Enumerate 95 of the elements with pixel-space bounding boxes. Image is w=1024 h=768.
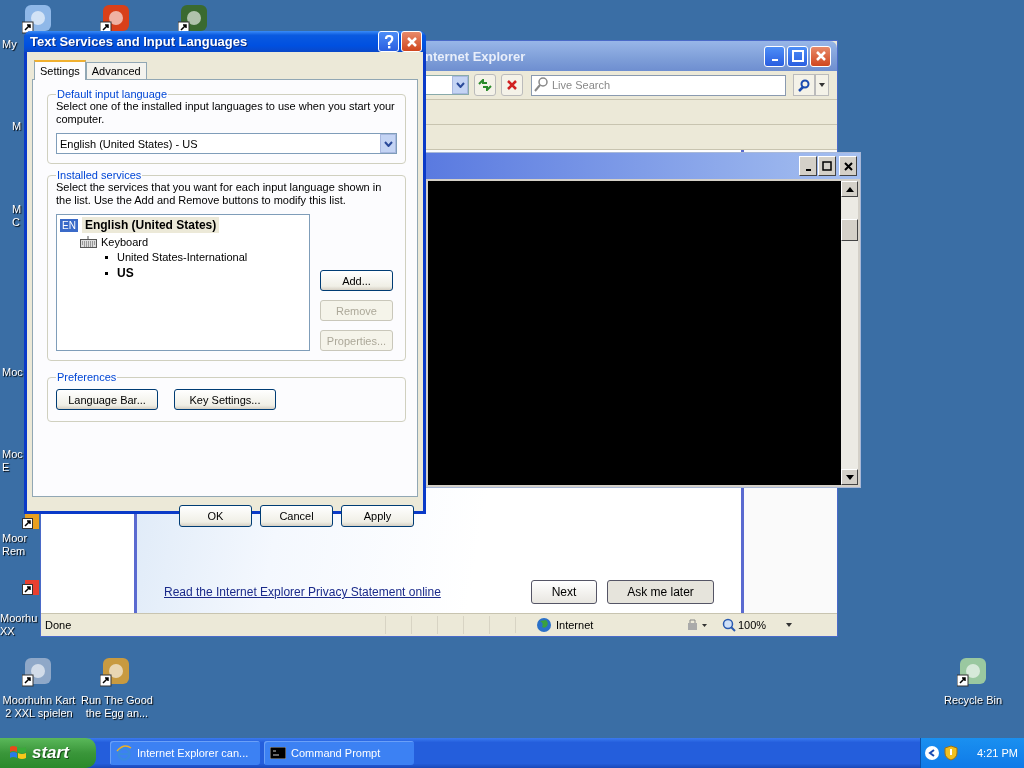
- browser-e-icon: [116, 745, 132, 761]
- desktop-icon-label[interactable]: Moc E: [2, 448, 23, 474]
- desktop-icon-label[interactable]: Moor Rem: [2, 532, 28, 558]
- preference-button[interactable]: Language Bar...: [56, 389, 158, 410]
- window-title: nternet Explorer: [425, 48, 526, 64]
- maximize-icon: [791, 50, 804, 62]
- desktop-icon-label[interactable]: Recycle Bin: [934, 694, 1012, 707]
- language-dropdown[interactable]: English (United States) - US: [56, 133, 397, 154]
- search-icon: [534, 76, 548, 93]
- description-text: Select one of the installed input languages to use when you start your computer.: [56, 100, 396, 126]
- page-button[interactable]: Next: [531, 580, 597, 604]
- tree-item[interactable]: English (United States): [81, 217, 220, 233]
- console-icon: [270, 747, 286, 759]
- close-icon: [814, 50, 827, 62]
- application-icon[interactable]: [100, 2, 132, 34]
- magnifier-icon: [722, 618, 736, 632]
- down-arrow-icon: [845, 474, 854, 480]
- application-icon[interactable]: [22, 580, 39, 595]
- status-text: Done: [44, 619, 73, 631]
- service-button[interactable]: Add...: [320, 270, 393, 291]
- dialog-button[interactable]: Apply: [341, 505, 414, 527]
- dialog-button[interactable]: OK: [179, 505, 252, 527]
- desktop-icon-label[interactable]: Moorhu XX: [0, 612, 38, 638]
- desktop-icon-label[interactable]: Run The Good the Egg an...: [78, 694, 156, 720]
- clock: 4:21 PM: [977, 747, 1018, 759]
- group-legend: Installed services: [56, 169, 143, 181]
- search-field[interactable]: Live Search: [531, 74, 786, 96]
- address-field[interactable]: [425, 75, 469, 95]
- description-text: Select the services that you want for each input language shown in the list. Use the Add and Remove buttons to modify this list.: [56, 181, 383, 207]
- scroll-down-button[interactable]: [841, 469, 858, 485]
- minimize-button[interactable]: [799, 156, 817, 176]
- preference-button[interactable]: Key Settings...: [174, 389, 276, 410]
- application-icon[interactable]: [100, 655, 132, 687]
- services-tree[interactable]: EN English (United States) Keyboard United States-International US: [56, 214, 310, 351]
- application-icon[interactable]: [178, 2, 210, 34]
- page-button[interactable]: Ask me later: [607, 580, 714, 604]
- search-icon: [798, 78, 810, 92]
- application-icon[interactable]: [957, 655, 989, 687]
- scroll-thumb[interactable]: [841, 219, 858, 241]
- minimize-icon: [771, 59, 778, 61]
- up-arrow-icon: [845, 186, 854, 192]
- caret-icon: [819, 83, 825, 87]
- search-button[interactable]: [793, 74, 815, 96]
- desktop-icon-label[interactable]: Moc: [2, 366, 23, 379]
- caret-icon: [786, 623, 793, 627]
- search-options-button[interactable]: [815, 74, 829, 96]
- zoom-level-button[interactable]: 100%: [722, 618, 767, 632]
- keyboard-icon: [80, 236, 97, 248]
- question-mark-icon: [382, 34, 395, 49]
- application-icon[interactable]: [22, 514, 39, 529]
- taskbar-button[interactable]: Internet Explorer can...: [110, 741, 260, 765]
- zoom-options-button[interactable]: [786, 623, 793, 627]
- desktop-icon-label[interactable]: M C: [12, 203, 22, 229]
- refresh-button[interactable]: [474, 74, 496, 96]
- scroll-up-button[interactable]: [841, 181, 858, 197]
- desktop-icon-label[interactable]: Moorhuhn Kart 2 XXL spielen: [0, 694, 78, 720]
- tree-item[interactable]: US: [117, 266, 134, 280]
- bullet-icon: [105, 255, 108, 259]
- shield-icon[interactable]: [944, 745, 958, 761]
- application-icon[interactable]: [22, 655, 54, 687]
- maximize-button[interactable]: [818, 156, 836, 176]
- dialog-button[interactable]: Cancel: [260, 505, 333, 527]
- protected-mode-button[interactable]: [686, 618, 708, 632]
- maximize-icon: [822, 161, 832, 171]
- chevron-icon: [928, 749, 936, 757]
- lock-icon: [686, 618, 708, 632]
- taskbar-button[interactable]: Command Prompt: [264, 741, 414, 765]
- group-legend: Default input language: [56, 88, 169, 100]
- desktop-icon-label[interactable]: M: [12, 120, 22, 133]
- show-hidden-icons-button[interactable]: [925, 746, 939, 760]
- language-badge: EN: [60, 218, 78, 232]
- globe-icon: [536, 617, 552, 633]
- stop-icon: [506, 79, 518, 91]
- group-legend: Preferences: [56, 371, 118, 383]
- dialog-title: Text Services and Input Languages: [30, 34, 248, 49]
- tab[interactable]: Settings: [34, 60, 86, 80]
- stop-button[interactable]: [501, 74, 523, 96]
- windows-flag-icon: [8, 744, 28, 762]
- desktop-icon-label[interactable]: My: [2, 38, 17, 51]
- minimize-icon: [805, 169, 811, 171]
- close-icon: [405, 35, 418, 48]
- tree-item[interactable]: Keyboard: [101, 236, 149, 248]
- help-button[interactable]: [378, 31, 399, 52]
- privacy-link[interactable]: Read the Internet Explorer Privacy Statement online: [164, 585, 441, 599]
- application-icon[interactable]: [22, 2, 54, 34]
- tab[interactable]: Advanced: [85, 62, 147, 79]
- refresh-icon: [478, 79, 492, 91]
- start-button[interactable]: start: [0, 738, 96, 768]
- security-zone-label: Internet: [556, 619, 594, 631]
- close-icon: [843, 161, 853, 171]
- bullet-icon: [105, 271, 108, 275]
- close-button[interactable]: [839, 156, 857, 176]
- tree-item[interactable]: United States-International: [117, 251, 248, 263]
- maximize-button[interactable]: [787, 45, 808, 67]
- scrollbar[interactable]: [841, 181, 858, 485]
